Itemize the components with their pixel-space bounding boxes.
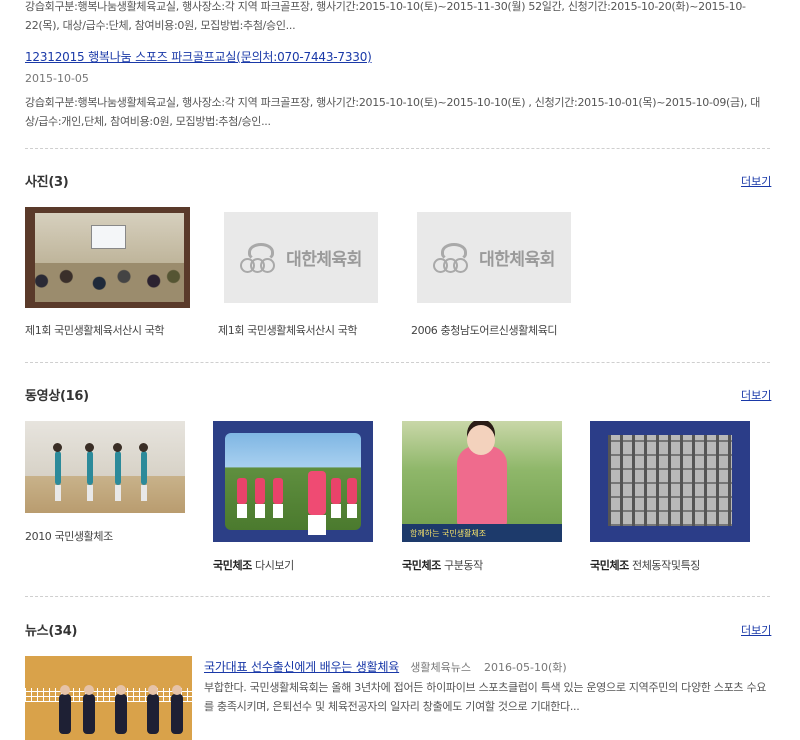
videos-section-title: 동영상(16) xyxy=(25,389,89,404)
news-more-link[interactable]: 더보기 xyxy=(741,622,771,638)
photo-thumbnail-1[interactable] xyxy=(25,207,190,308)
event-2-description: 강습회구분:행복나눔생활체육교실, 행사장소:각 지역 파크골프장, 행사기간:… xyxy=(25,96,761,128)
photo-caption-1[interactable]: 제1회 국민생활체육서산시 국학 xyxy=(25,322,165,338)
photos-more-link[interactable]: 더보기 xyxy=(741,173,771,189)
news-thumbnail[interactable] xyxy=(25,656,192,740)
video-thumbnail-1[interactable] xyxy=(25,421,185,513)
news-source: 생활체육뉴스 xyxy=(410,661,471,674)
event-2-date: 2015-10-05 xyxy=(25,72,89,85)
video-caption-1[interactable]: 2010 국민생활체조 xyxy=(25,528,113,544)
news-date: 2016-05-10(화) xyxy=(484,661,567,674)
video-thumbnail-3[interactable]: 함께하는 국민생활체조 xyxy=(402,421,562,542)
news-item-header: 국가대표 선수출신에게 배우는 생활체육 생활체육뉴스 2016-05-10(화… xyxy=(204,656,567,675)
video-caption-2[interactable]: 국민체조 다시보기 xyxy=(213,557,294,573)
photos-section-title: 사진(3) xyxy=(25,175,69,190)
photo-caption-3[interactable]: 2006 충청남도어르신생활체육디 xyxy=(411,322,558,338)
photo-thumbnail-3[interactable]: 대한체육회 xyxy=(417,212,571,303)
video-thumbnail-2[interactable] xyxy=(213,421,373,542)
photo-logo-text-3: 대한체육회 xyxy=(479,250,555,270)
section-divider xyxy=(25,148,770,149)
video-caption-4[interactable]: 국민체조 전체동작및특징 xyxy=(590,557,700,573)
video-caption-3[interactable]: 국민체조 구분동작 xyxy=(402,557,483,573)
section-divider xyxy=(25,596,770,597)
photo-thumbnail-2[interactable]: 대한체육회 xyxy=(224,212,378,303)
news-summary: 부합한다. 국민생활체육회는 올해 3년차에 접어든 하이파이브 스포츠클럽이 … xyxy=(204,681,767,713)
news-headline-link[interactable]: 국가대표 선수출신에게 배우는 생활체육 xyxy=(204,660,399,674)
korea-sports-council-logo-icon xyxy=(433,242,473,273)
video-banner-text: 함께하는 국민생활체조 xyxy=(410,529,487,538)
photo-logo-text-2: 대한체육회 xyxy=(286,250,362,270)
section-divider xyxy=(25,362,770,363)
photo-caption-2[interactable]: 제1회 국민생활체육서산시 국학 xyxy=(218,322,358,338)
event-1-description: 강습회구분:행복나눔생활체육교실, 행사장소:각 지역 파크골프장, 행사기간:… xyxy=(25,0,746,32)
videos-more-link[interactable]: 더보기 xyxy=(741,387,771,403)
video-thumbnail-4[interactable] xyxy=(590,421,750,542)
news-section-title: 뉴스(34) xyxy=(25,624,78,639)
korea-sports-council-logo-icon xyxy=(240,242,280,273)
event-2-title-link[interactable]: 12312015 행복나눔 스포즈 파크골프교실(문의처:070-7443-73… xyxy=(25,48,372,65)
